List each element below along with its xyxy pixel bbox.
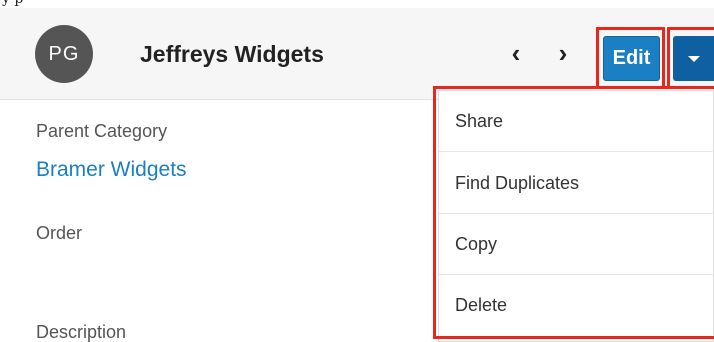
page-title: Jeffreys Widgets (140, 41, 324, 67)
chevron-right-icon[interactable]: › (552, 38, 574, 68)
truncated-top-text-content: y p (2, 0, 23, 7)
avatar: PG (35, 25, 93, 83)
truncated-top-text: y p (0, 0, 714, 8)
actions-menu-highlight (433, 86, 714, 339)
parent-category-label: Parent Category (36, 121, 168, 141)
previous-record-button[interactable]: ‹ (512, 38, 521, 69)
actions-dropdown-button[interactable] (673, 36, 714, 81)
next-record-button[interactable]: › (559, 38, 568, 69)
chevron-left-icon[interactable]: ‹ (505, 38, 527, 68)
edit-button[interactable]: Edit (603, 36, 660, 81)
edit-button-label: Edit (612, 47, 651, 69)
description-label: Description (36, 322, 127, 342)
caret-down-icon (687, 55, 700, 62)
avatar-initials: PG (48, 42, 80, 65)
order-label: Order (36, 223, 83, 243)
parent-category-link[interactable]: Bramer Widgets (36, 158, 187, 182)
